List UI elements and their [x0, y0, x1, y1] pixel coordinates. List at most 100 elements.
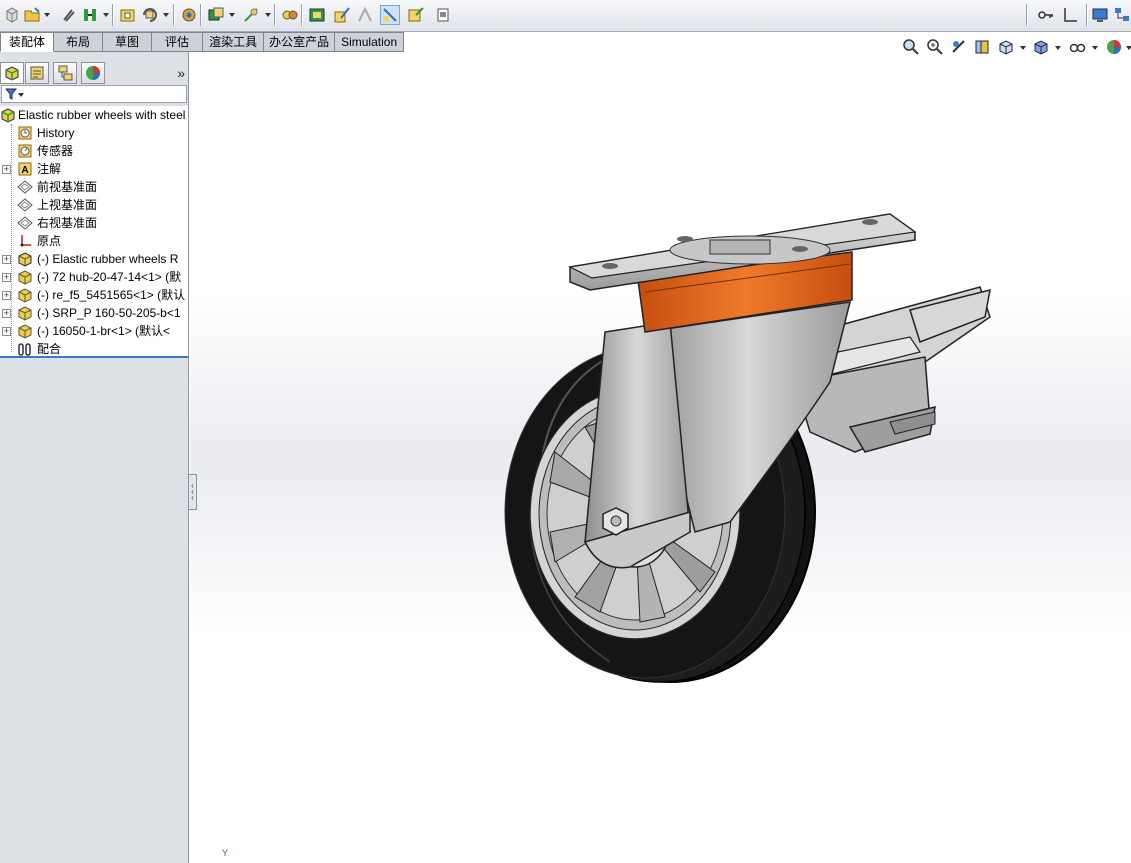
tree-item-re-f5[interactable]: + (-) re_f5_5451565<1> (默认: [0, 286, 188, 304]
tree-item-label: (-) re_f5_5451565<1> (默认: [37, 288, 186, 302]
tree-item-label: (-) 72 hub-20-47-14<1> (默: [37, 270, 182, 284]
tree-item-label: (-) Elastic rubber wheels R: [37, 252, 179, 266]
triad-y-label: Y: [222, 848, 229, 858]
part-icon: [17, 305, 33, 321]
network-icon[interactable]: [1112, 5, 1131, 25]
command-manager-tabs: 装配体 布局 草图 评估 渲染工具 办公室产品 Simulation: [0, 32, 432, 52]
tree-item-subassembly[interactable]: + (-) Elastic rubber wheels R: [0, 250, 188, 268]
axis-icon[interactable]: [1060, 5, 1080, 25]
plane-icon: [17, 197, 33, 213]
tree-item-srp[interactable]: + (-) SRP_P 160-50-205-b<1: [0, 304, 188, 322]
section-view-icon[interactable]: [973, 38, 991, 56]
tree-item-mates[interactable]: 配合: [0, 340, 188, 356]
note-icon[interactable]: [433, 5, 453, 25]
sensor-icon: [17, 143, 33, 159]
expand-toggle[interactable]: +: [2, 255, 11, 264]
origin-icon: [17, 233, 33, 249]
assembly-feature-icon[interactable]: [307, 5, 327, 25]
exploded-view-icon[interactable]: [179, 5, 199, 25]
tree-item-label: 上视基准面: [37, 198, 98, 212]
expand-toggle[interactable]: +: [2, 291, 11, 300]
history-icon: [17, 125, 33, 141]
expand-toggle[interactable]: +: [2, 165, 11, 174]
svg-text:A: A: [21, 165, 28, 176]
tree-item-label: 注解: [37, 162, 62, 176]
insert-component-icon[interactable]: [118, 5, 138, 25]
tree-filter[interactable]: [1, 85, 187, 103]
subassembly-icon: [17, 251, 33, 267]
expand-toggle[interactable]: +: [2, 273, 11, 282]
sketch-icon[interactable]: [332, 5, 352, 25]
filter-dropdown-arrow[interactable]: [18, 93, 24, 97]
property-manager-icon[interactable]: [25, 62, 49, 84]
smart-fastener-icon[interactable]: [140, 5, 160, 25]
feature-manager-panel: » Elastic rubber wheels with steel Histo…: [0, 52, 189, 863]
tab-assembly[interactable]: 装配体: [0, 32, 55, 52]
tree-item-label: 右视基准面: [37, 216, 98, 230]
open-icon[interactable]: [22, 5, 42, 25]
zoom-to-area-icon[interactable]: [926, 38, 944, 56]
view-orientation-icon[interactable]: [997, 38, 1015, 56]
key-icon[interactable]: [1036, 5, 1056, 25]
tree-item-annotations[interactable]: + A 注解: [0, 160, 188, 178]
graphics-area[interactable]: Y: [190, 52, 1131, 863]
tree-item-sensors[interactable]: 传感器: [0, 142, 188, 160]
tab-office-products[interactable]: 办公室产品: [264, 32, 336, 52]
manager-tabs: »: [0, 60, 189, 86]
caster-wheel-model[interactable]: [190, 52, 1131, 863]
tree-item-label: History: [37, 126, 75, 140]
tree-item-origin[interactable]: 原点: [0, 232, 188, 250]
mate-icon[interactable]: [80, 5, 100, 25]
tab-render-tools[interactable]: 渲染工具: [203, 32, 265, 52]
configuration-manager-icon[interactable]: [53, 62, 77, 84]
tree-item-right-plane[interactable]: 右视基准面: [0, 214, 188, 232]
tree-root[interactable]: Elastic rubber wheels with steel: [0, 106, 188, 124]
panel-expand-button[interactable]: »: [177, 65, 185, 81]
tree-root-label: Elastic rubber wheels with steel: [18, 108, 186, 122]
feature-manager-icon[interactable]: [0, 62, 24, 84]
instant3d-icon[interactable]: [406, 5, 426, 25]
selected-view-icon[interactable]: [355, 5, 375, 25]
new-icon[interactable]: [2, 5, 22, 25]
expand-toggle[interactable]: +: [2, 327, 11, 336]
assembly-icon: [0, 107, 16, 123]
plane-icon: [17, 179, 33, 195]
tree-item-16050[interactable]: + (-) 16050-1-br<1> (默认<: [0, 322, 188, 340]
reference-geometry-icon[interactable]: [280, 5, 300, 25]
mates-icon: [17, 341, 33, 356]
tab-sketch[interactable]: 草图: [103, 32, 153, 52]
tree-item-top-plane[interactable]: 上视基准面: [0, 196, 188, 214]
part-icon: [17, 287, 33, 303]
tree-item-front-plane[interactable]: 前视基准面: [0, 178, 188, 196]
display-manager-icon[interactable]: [81, 62, 105, 84]
tab-evaluate[interactable]: 评估: [152, 32, 204, 52]
tree-item-label: 配合: [37, 342, 62, 356]
filter-icon[interactable]: [5, 88, 17, 100]
hide-show-icon[interactable]: [241, 5, 261, 25]
tree-item-hub[interactable]: + (-) 72 hub-20-47-14<1> (默: [0, 268, 188, 286]
tree-item-label: (-) SRP_P 160-50-205-b<1: [37, 306, 181, 320]
plane-icon: [17, 215, 33, 231]
main-toolbar: [0, 0, 1131, 32]
display-style-icon[interactable]: [1032, 38, 1050, 56]
tree-item-label: 原点: [37, 234, 62, 248]
expand-toggle[interactable]: +: [2, 309, 11, 318]
attach-icon[interactable]: [58, 5, 78, 25]
feature-tree: Elastic rubber wheels with steel History…: [0, 106, 188, 358]
hide-show-items-icon[interactable]: [1068, 38, 1086, 56]
panel-collapse-handle[interactable]: ‹ ‹ ‹: [188, 474, 197, 510]
tab-simulation[interactable]: Simulation: [335, 32, 405, 52]
tree-item-history[interactable]: History: [0, 124, 188, 142]
monitor-icon[interactable]: [1090, 5, 1110, 25]
part-icon: [17, 323, 33, 339]
part-icon: [17, 269, 33, 285]
appearance-icon[interactable]: [1105, 38, 1123, 56]
rapid-sketch-icon[interactable]: [380, 5, 400, 25]
zoom-to-fit-icon[interactable]: [902, 38, 920, 56]
previous-view-icon[interactable]: [950, 38, 968, 56]
tree-item-label: 传感器: [37, 144, 74, 158]
tab-layout[interactable]: 布局: [54, 32, 104, 52]
tree-item-label: 前视基准面: [37, 180, 98, 194]
interference-icon[interactable]: [206, 5, 226, 25]
annotation-icon: A: [17, 161, 33, 177]
